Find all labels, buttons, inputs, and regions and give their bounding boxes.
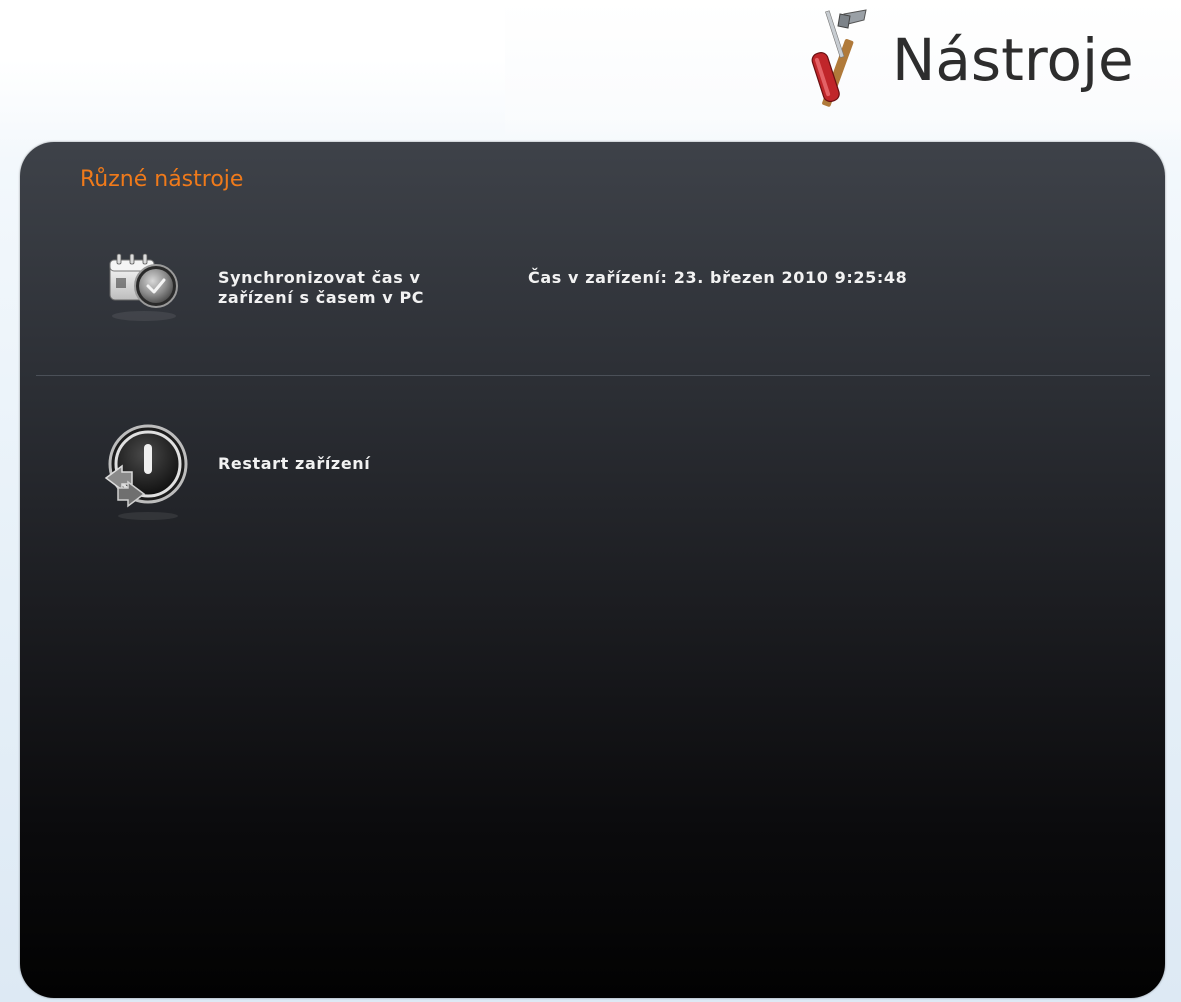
- restart-device-label[interactable]: Restart zařízení: [218, 454, 498, 474]
- panel-title: Různé nástroje: [80, 167, 244, 192]
- tools-icon: [811, 9, 867, 107]
- restart-power-icon: [104, 424, 188, 520]
- sync-time-label-line2: zařízení s časem v PC: [218, 288, 425, 307]
- page-header: Nástroje: [0, 0, 1181, 140]
- tools-panel: Různé nástroje Synchronizovat čas v zaří…: [20, 142, 1165, 998]
- section-divider: [36, 375, 1150, 376]
- sync-time-label[interactable]: Synchronizovat čas v zařízení s časem v …: [218, 268, 498, 308]
- page-title: Nástroje: [892, 26, 1134, 94]
- device-time-text: Čas v zařízení: 23. březen 2010 9:25:48: [528, 268, 908, 287]
- sync-time-label-line1: Synchronizovat čas v: [218, 268, 421, 287]
- restart-device-item[interactable]: Restart zařízení: [100, 422, 1100, 532]
- sync-time-item[interactable]: Synchronizovat čas v zařízení s časem v …: [100, 240, 1100, 330]
- calendar-clock-icon: [109, 253, 178, 321]
